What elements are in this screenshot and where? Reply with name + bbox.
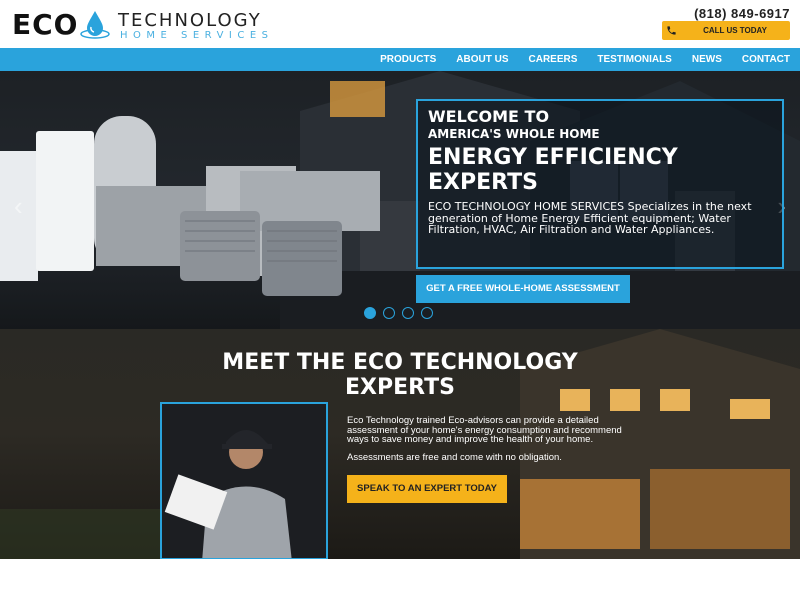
technician-photo [160, 402, 328, 559]
phone-icon [662, 21, 680, 40]
free-assessment-button[interactable]: GET A FREE WHOLE-HOME ASSESSMENT [416, 275, 630, 303]
meet-paragraph-1: Eco Technology trained Eco-advisors can … [347, 415, 622, 445]
hero-slider: ‹ › WELCOME TO AMERICA'S WHOLE HOME ENER… [0, 71, 800, 329]
call-us-label: CALL US TODAY [703, 26, 767, 35]
meet-title-line1: MEET THE ECO TECHNOLOGY [222, 350, 578, 375]
meet-title: MEET THE ECO TECHNOLOGY EXPERTS [0, 350, 800, 400]
logo-technology-text: TECHNOLOGY [118, 10, 262, 31]
hero-heading-line2: EXPERTS [428, 170, 538, 195]
logo-home-services-text: HOME SERVICES [120, 30, 274, 41]
main-nav: PRODUCTS ABOUT US CAREERS TESTIMONIALS N… [0, 48, 800, 71]
nav-item-careers[interactable]: CAREERS [529, 48, 578, 71]
logo[interactable]: ECO TECHNOLOGY HOME SERVICES [12, 6, 302, 44]
hero-welcome: WELCOME TO [428, 107, 550, 126]
hero-description: ECO TECHNOLOGY HOME SERVICES Specializes… [428, 200, 752, 236]
speak-to-expert-button[interactable]: SPEAK TO AN EXPERT TODAY [347, 475, 507, 503]
meet-experts-section: MEET THE ECO TECHNOLOGY EXPERTS Eco Tech… [0, 329, 800, 559]
logo-eco-text: ECO [12, 8, 79, 41]
hero-heading: ENERGY EFFICIENCY EXPERTS [428, 145, 772, 195]
water-drop-icon [80, 11, 110, 39]
hero-heading-line1: ENERGY EFFICIENCY [428, 145, 678, 170]
phone-number[interactable]: (818) 849-6917 [694, 6, 790, 21]
call-us-button[interactable]: CALL US TODAY [662, 21, 790, 40]
slider-dot-4[interactable] [421, 307, 433, 319]
meet-title-line2: EXPERTS [345, 375, 455, 400]
slider-dots [364, 307, 440, 319]
page-footer-area [0, 559, 800, 600]
nav-item-news[interactable]: NEWS [692, 48, 722, 71]
hero-content-box: WELCOME TO AMERICA'S WHOLE HOME ENERGY E… [416, 99, 784, 269]
hero-subtitle: AMERICA'S WHOLE HOME [428, 127, 600, 141]
nav-item-products[interactable]: PRODUCTS [380, 48, 436, 71]
nav-item-testimonials[interactable]: TESTIMONIALS [597, 48, 671, 71]
meet-paragraph-2: Assessments are free and come with no ob… [347, 451, 562, 463]
meet-text: Eco Technology trained Eco-advisors can … [347, 416, 637, 470]
chevron-left-icon[interactable]: ‹ [14, 191, 23, 222]
slider-dot-1[interactable] [364, 307, 376, 319]
technician-image [162, 404, 326, 558]
hvac-equipment-image [0, 116, 380, 296]
site-header: ECO TECHNOLOGY HOME SERVICES (818) 849-6… [0, 0, 800, 48]
slider-dot-2[interactable] [383, 307, 395, 319]
nav-item-about-us[interactable]: ABOUT US [456, 48, 508, 71]
nav-item-contact[interactable]: CONTACT [742, 48, 790, 71]
slider-dot-3[interactable] [402, 307, 414, 319]
